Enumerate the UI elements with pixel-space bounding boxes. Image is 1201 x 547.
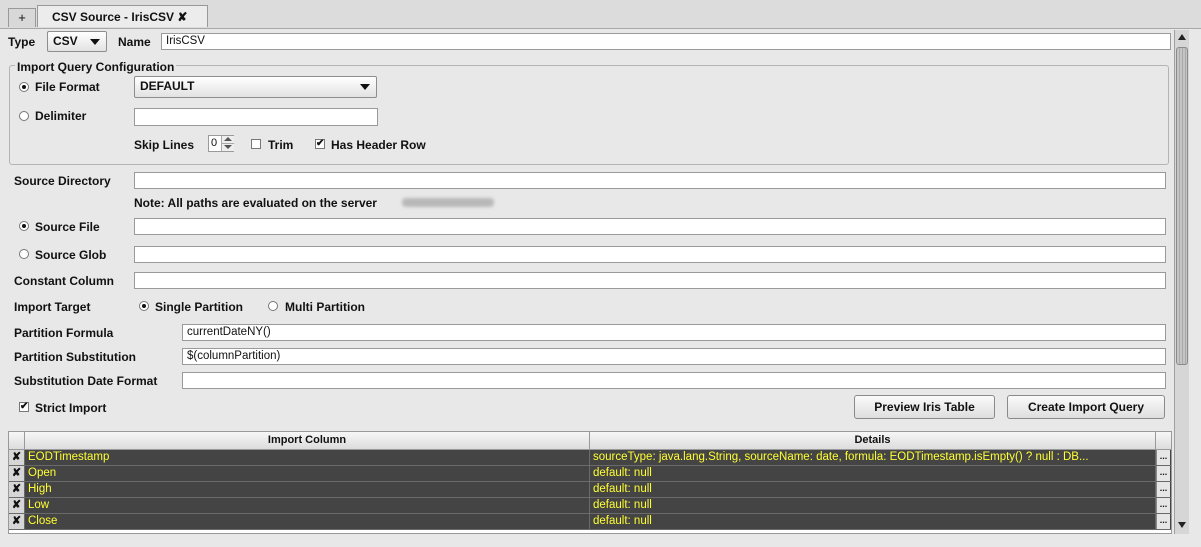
edit-details-button[interactable]: ... (1156, 498, 1170, 513)
remove-row-icon[interactable]: ✘ (9, 450, 25, 465)
create-import-query-button[interactable]: Create Import Query (1007, 395, 1165, 419)
type-label: Type (8, 35, 36, 49)
remove-row-icon[interactable]: ✘ (9, 482, 25, 497)
file-format-select[interactable]: DEFAULT (134, 76, 377, 98)
constant-column-input[interactable] (134, 272, 1166, 289)
strict-import-label: Strict Import (35, 401, 107, 415)
import-column-cell: Close (25, 514, 590, 529)
type-select[interactable]: CSV (47, 31, 107, 52)
skip-lines-label: Skip Lines (134, 138, 195, 152)
chevron-up-icon (224, 137, 232, 141)
multi-partition-radio[interactable] (268, 301, 278, 311)
add-tab-button[interactable]: + (8, 8, 36, 27)
table-row[interactable]: ✘ Open default: null ... (9, 466, 1171, 482)
has-header-label: Has Header Row (331, 138, 426, 152)
table-header: Import Column Details (9, 432, 1171, 450)
substitution-date-format-input[interactable] (182, 372, 1166, 389)
remove-row-icon[interactable]: ✘ (9, 498, 25, 513)
delimiter-input[interactable] (134, 108, 378, 126)
chevron-down-icon (224, 145, 232, 149)
details-cell: sourceType: java.lang.String, sourceName… (590, 450, 1156, 465)
chevron-down-icon (90, 39, 100, 45)
constant-column-label: Constant Column (14, 274, 114, 288)
remove-row-icon[interactable]: ✘ (9, 514, 25, 529)
redacted-server-name (402, 198, 494, 207)
file-format-label: File Format (35, 80, 100, 94)
import-column-cell: Low (25, 498, 590, 513)
partition-formula-label: Partition Formula (14, 326, 114, 340)
column-header-details[interactable]: Details (590, 432, 1156, 449)
partition-formula-input[interactable]: currentDateNY() (182, 324, 1166, 341)
source-glob-input[interactable] (134, 246, 1166, 263)
details-cell: default: null (590, 514, 1156, 529)
strict-import-checkbox[interactable]: ✔ (19, 402, 29, 412)
import-column-table: Import Column Details ✘ EODTimestamp sou… (8, 431, 1172, 534)
name-input[interactable]: IrisCSV (161, 33, 1171, 50)
stepper-up-button[interactable] (221, 136, 234, 144)
file-format-select-value: DEFAULT (140, 79, 195, 93)
partition-substitution-input[interactable]: $(columnPartition) (182, 348, 1166, 365)
preview-iris-table-button[interactable]: Preview Iris Table (854, 395, 995, 419)
source-directory-label: Source Directory (14, 174, 111, 188)
import-query-group-title: Import Query Configuration (15, 59, 177, 75)
table-row[interactable]: ✘ Close default: null ... (9, 514, 1171, 530)
source-directory-input[interactable] (134, 172, 1166, 189)
tab-bar: + CSV Source - IrisCSV ✘ (0, 0, 1201, 29)
delimiter-label: Delimiter (35, 109, 87, 123)
single-partition-label: Single Partition (155, 300, 244, 314)
import-column-cell: Open (25, 466, 590, 481)
file-format-radio[interactable] (19, 82, 29, 92)
edit-details-button[interactable]: ... (1156, 466, 1170, 481)
skip-lines-stepper[interactable]: 0 (208, 135, 234, 152)
type-select-value: CSV (53, 34, 78, 48)
edit-details-button[interactable]: ... (1156, 450, 1170, 465)
source-glob-label: Source Glob (35, 248, 107, 262)
source-file-label: Source File (35, 220, 100, 234)
source-file-radio[interactable] (19, 221, 29, 231)
skip-lines-value: 0 (211, 137, 218, 149)
partition-substitution-label: Partition Substitution (14, 350, 136, 364)
column-header-import-column[interactable]: Import Column (25, 432, 590, 449)
has-header-checkbox[interactable]: ✔ (315, 139, 325, 149)
chevron-down-icon (360, 84, 370, 90)
edit-details-button[interactable]: ... (1156, 482, 1170, 497)
server-note: Note: All paths are evaluated on the ser… (134, 196, 377, 210)
remove-row-icon[interactable]: ✘ (9, 466, 25, 481)
scrollbar-thumb[interactable] (1176, 47, 1188, 365)
trim-checkbox[interactable] (251, 139, 261, 149)
delimiter-radio[interactable] (19, 111, 29, 121)
trim-label: Trim (268, 138, 294, 152)
header-spacer (9, 432, 25, 449)
name-label: Name (118, 35, 151, 49)
edit-details-button[interactable]: ... (1156, 514, 1170, 529)
table-row[interactable]: ✘ Low default: null ... (9, 498, 1171, 514)
table-row[interactable]: ✘ EODTimestamp sourceType: java.lang.Str… (9, 450, 1171, 466)
scroll-down-icon[interactable] (1178, 522, 1186, 528)
details-cell: default: null (590, 482, 1156, 497)
details-cell: default: null (590, 498, 1156, 513)
scroll-up-icon[interactable] (1178, 34, 1186, 40)
substitution-date-format-label: Substitution Date Format (14, 374, 158, 388)
table-row[interactable]: ✘ High default: null ... (9, 482, 1171, 498)
multi-partition-label: Multi Partition (285, 300, 365, 314)
details-cell: default: null (590, 466, 1156, 481)
tab-csv-source[interactable]: CSV Source - IrisCSV ✘ (37, 5, 208, 27)
single-partition-radio[interactable] (139, 301, 149, 311)
stepper-down-button[interactable] (221, 144, 234, 151)
header-spacer (1156, 432, 1171, 449)
import-column-cell: EODTimestamp (25, 450, 590, 465)
source-glob-radio[interactable] (19, 249, 29, 259)
source-file-input[interactable] (134, 218, 1166, 235)
import-target-label: Import Target (14, 300, 91, 314)
import-column-cell: High (25, 482, 590, 497)
vertical-scrollbar[interactable] (1174, 30, 1189, 534)
